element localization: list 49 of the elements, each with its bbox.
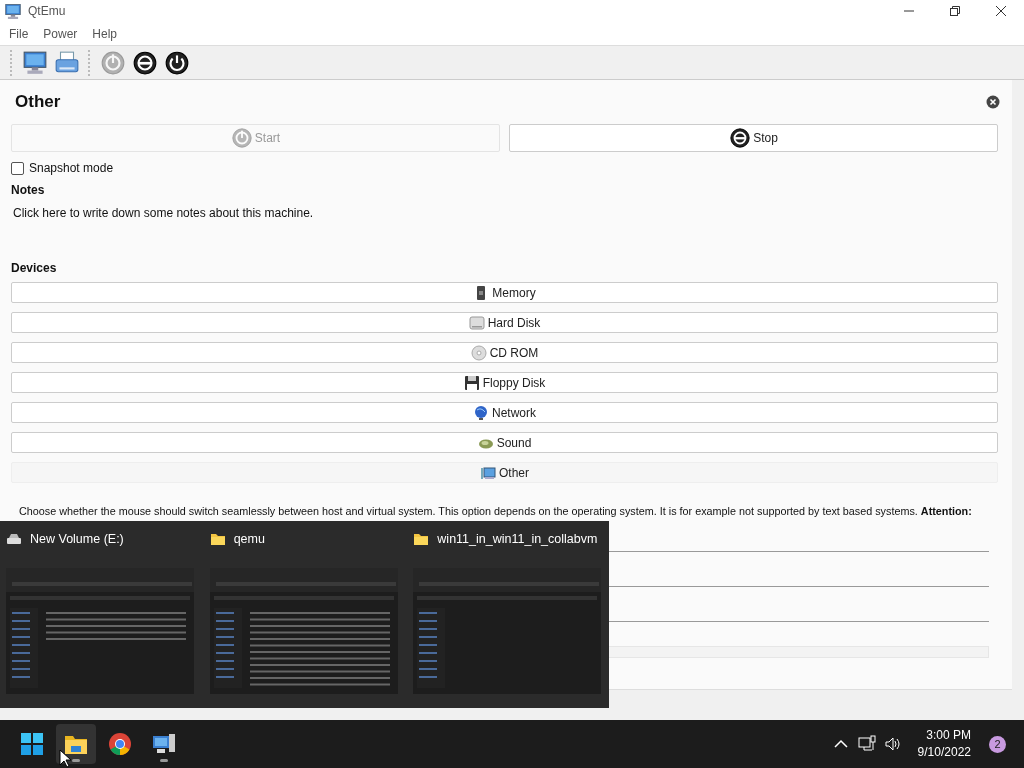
device-button[interactable]: Floppy Disk [11,372,998,393]
menu-item[interactable]: Help [87,26,123,41]
floppy-icon [463,374,480,391]
window-preview-drawing[interactable] [6,568,194,694]
computer-button[interactable] [22,49,48,76]
restart-button[interactable] [164,49,190,76]
restore-icon[interactable] [949,5,961,17]
help-text: Choose whether the mouse should switch seamlessly between host and virtual system. This option depends on the operating system. It is for example not supported by text based systems. Attention: [19,505,972,517]
device-button[interactable]: CD ROM [11,342,998,363]
checkbox-label: Snapshot mode [29,161,114,175]
device-button[interactable]: Hard Disk [11,312,998,333]
section-heading: Notes [11,183,46,197]
notification-badge[interactable]: 2 [989,735,1006,753]
folder-icon [413,532,430,546]
mouse-cursor-icon [59,749,72,768]
checkbox[interactable] [11,161,24,175]
volume-icon[interactable] [883,735,902,753]
device-button[interactable]: Network [11,402,998,423]
machine-name: Other [15,92,61,112]
browser-icon [107,731,133,757]
app-icon [4,3,22,19]
harddisk-icon [468,314,485,331]
stop-button[interactable]: Stop [509,124,998,152]
preview-title[interactable]: qemu [209,521,406,557]
stop-icon [729,127,752,149]
network-icon [473,404,489,421]
network-icon[interactable] [857,735,876,753]
close-icon[interactable] [986,95,1000,109]
other-icon [480,464,496,481]
close-icon[interactable] [995,5,1007,17]
window-title: QtEmu [28,4,67,18]
menu-item[interactable]: File [4,26,34,41]
window-preview-drawing[interactable] [209,568,398,694]
stop-button[interactable] [132,49,158,76]
drive-icon [6,532,22,546]
device-button[interactable]: Sound [11,432,998,453]
preview-title[interactable]: win11_in_win11_in_collabvm [413,521,609,557]
device-button[interactable]: Other [11,462,998,483]
start-icon [19,731,45,757]
power-icon [230,127,253,149]
cdrom-icon [470,344,487,361]
clock-date[interactable]: 9/10/2022 [917,744,971,761]
preview-title[interactable]: New Volume (E:) [6,521,202,557]
section-heading: Devices [11,261,58,275]
menu-item[interactable]: Power [38,26,83,41]
folder-icon [209,532,226,546]
clock-time[interactable]: 3:00 PM [926,727,971,744]
device-button[interactable]: Memory [11,282,998,303]
notes-text[interactable]: Click here to write down some notes about this machine. [13,206,998,261]
